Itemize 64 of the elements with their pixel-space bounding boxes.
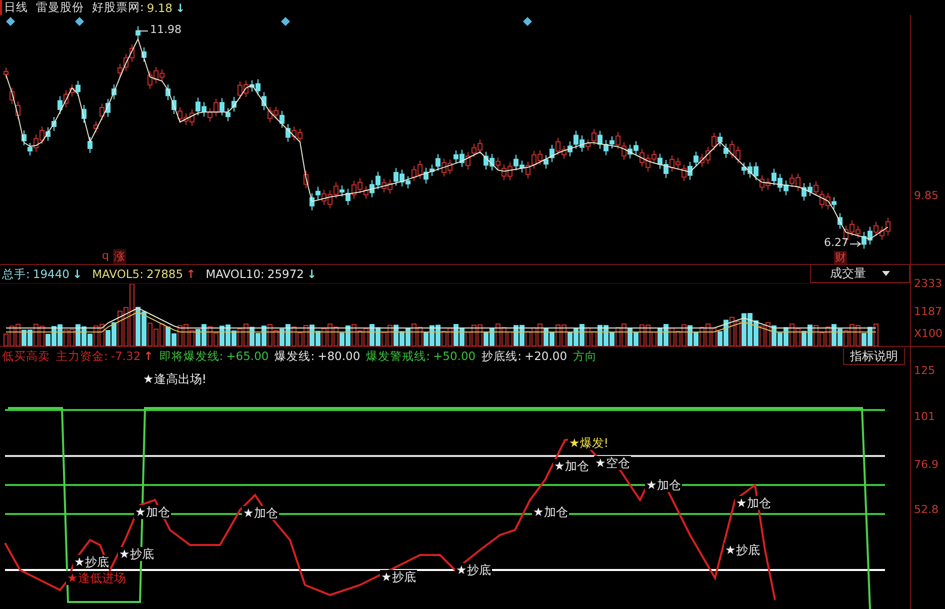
legend-value: +80.00: [318, 349, 360, 363]
signal-label: ★逢高出场!: [142, 372, 208, 386]
axis-label: X100: [914, 327, 943, 340]
stock-name: 雷曼股份: [36, 0, 84, 15]
axis-label: 52.8: [914, 503, 938, 516]
trend-arrow: ↓: [307, 267, 317, 281]
signal-label: ★抄底: [724, 543, 761, 557]
legend-value: 19440: [32, 267, 70, 281]
legend-value: +50.00: [433, 349, 476, 363]
right-arrow-icon: [850, 241, 862, 247]
diamond-marker-icon: [75, 17, 84, 26]
help-button[interactable]: 指标说明: [843, 348, 905, 364]
caret-icon: [882, 271, 890, 276]
source-label: 好股票网:: [92, 0, 144, 15]
legend-value: +20.00: [524, 349, 568, 363]
signal-label: ★加仓: [532, 505, 569, 519]
indicator-dropdown[interactable]: 成交量: [810, 265, 910, 283]
signal-label: ★加仓: [735, 496, 772, 510]
signal-label: ★抄底: [380, 570, 417, 584]
trend-arrow: ↓: [175, 0, 186, 14]
legend-label: 低买高卖: [2, 348, 50, 364]
diamond-marker-icon: [281, 17, 290, 26]
axis-label: 9.85: [914, 189, 938, 202]
high-price-label: 11.98: [150, 23, 182, 36]
legend-value: 27885: [146, 267, 184, 281]
signal-label: ★抄底: [73, 555, 110, 569]
rise-tag: 涨: [113, 249, 126, 264]
axis-label: 76.9: [914, 458, 938, 471]
legend-label: 抄底线:: [482, 348, 522, 364]
legend-label: 方向: [573, 348, 598, 364]
price-value: 9.18: [146, 0, 172, 14]
axis-label: 2333: [914, 277, 942, 290]
legend-label: MAVOL5:: [92, 267, 144, 281]
low-price-label: 6.27: [824, 236, 848, 249]
diamond-marker-icon: [523, 17, 532, 26]
signal-label: ★抄底: [118, 547, 155, 561]
legend-label: MAVOL10:: [206, 267, 264, 281]
legend-label: 爆发警戒线:: [366, 348, 430, 364]
axis-label: 1187: [914, 305, 942, 318]
legend-value: 25972: [267, 267, 304, 281]
legend-label: 总手:: [2, 266, 30, 282]
legend-value: -7.32: [110, 349, 141, 363]
marker-label: q: [102, 249, 109, 262]
signal-label: ★加仓: [553, 459, 590, 473]
leader-line: [138, 29, 148, 33]
legend-label: 主力资金:: [56, 348, 108, 364]
chart-period[interactable]: 日线: [4, 0, 28, 15]
signal-label: ★爆发!: [568, 436, 610, 450]
signal-label: ★加仓: [645, 478, 682, 492]
trend-arrow: ↑: [144, 349, 154, 363]
axis-label: 125: [914, 364, 935, 377]
legend-value: +65.00: [226, 349, 269, 363]
legend-label: 爆发线:: [274, 348, 315, 364]
signal-label: ★逢低进场: [66, 571, 127, 585]
diamond-marker-icon: [6, 17, 15, 26]
finance-badge: 财: [834, 251, 847, 264]
signal-label: ★抄底: [455, 563, 492, 577]
axis-label: 101: [914, 410, 935, 423]
legend-label: 即将爆发线:: [159, 348, 224, 364]
signal-label: ★加仓: [134, 505, 171, 519]
trend-arrow: ↓: [72, 267, 82, 281]
signal-label: ★加仓: [242, 506, 279, 520]
trend-arrow: ↑: [186, 267, 196, 281]
signal-label: ★空仓: [594, 456, 631, 470]
